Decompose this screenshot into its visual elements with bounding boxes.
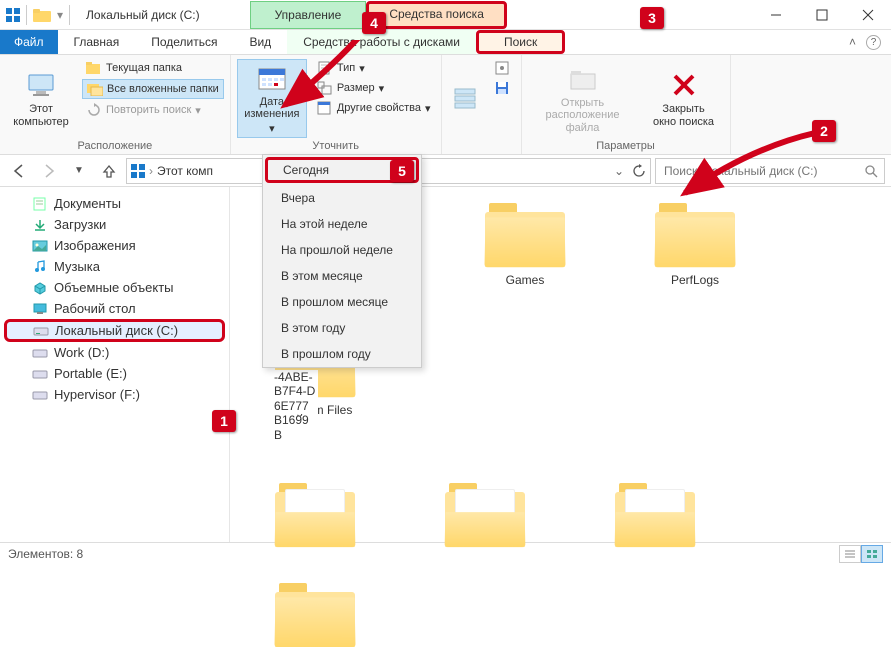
details-view-button[interactable]	[839, 545, 861, 563]
sidebar-item-downloads[interactable]: Загрузки	[4, 214, 225, 235]
folder-icon	[275, 477, 355, 547]
view-mode-buttons	[839, 545, 883, 563]
open-folder-icon	[567, 63, 599, 95]
annotation-3: 3	[640, 7, 664, 29]
windows-icon	[6, 8, 20, 22]
refresh-icon[interactable]	[632, 164, 646, 178]
annotation-2: 2	[812, 120, 836, 142]
sidebar-item-pictures[interactable]: Изображения	[4, 235, 225, 256]
breadcrumb-root[interactable]: Этот комп	[157, 164, 213, 178]
context-tab-manage[interactable]: Управление	[250, 1, 367, 29]
folder-item[interactable]	[250, 477, 380, 547]
sidebar-item-documents[interactable]: Документы	[4, 193, 225, 214]
navigation-pane: Документы Загрузки Изображения Музыка Об…	[0, 187, 230, 542]
forward-button[interactable]	[36, 158, 62, 184]
tab-file[interactable]: Файл	[0, 30, 58, 54]
folder-games[interactable]: Games	[460, 197, 590, 297]
group-hidden	[442, 55, 522, 154]
advanced-options-button[interactable]	[491, 59, 515, 77]
tab-share[interactable]: Поделиться	[135, 30, 233, 54]
close-search-label: Закрыть окно поиска	[653, 103, 714, 127]
close-x-icon	[668, 69, 700, 101]
quick-access-toolbar: ▾	[0, 5, 76, 25]
help-icon[interactable]: ?	[866, 35, 881, 50]
ribbon-right-controls: ˄ ?	[839, 35, 891, 50]
explorer-body: Документы Загрузки Изображения Музыка Об…	[0, 187, 891, 542]
save-search-button[interactable]	[491, 79, 515, 97]
annotation-4: 4	[362, 12, 386, 34]
window-controls	[753, 0, 891, 30]
separator-icon	[26, 5, 27, 25]
tab-search[interactable]: Поиск	[476, 30, 565, 54]
folder-icon[interactable]	[33, 8, 51, 22]
open-file-location-button: Открыть расположение файла	[528, 59, 638, 138]
search-again-button[interactable]: Повторить поиск ▾	[82, 101, 224, 119]
ribbon-tabs: Файл Главная Поделиться Вид Средства раб…	[0, 30, 891, 55]
sidebar-item-music[interactable]: Музыка	[4, 256, 225, 277]
sidebar-item-portable-e[interactable]: Portable (E:)	[4, 363, 225, 384]
this-pc-button[interactable]: Этот компьютер	[6, 59, 76, 138]
search-list-icon	[450, 83, 482, 115]
sidebar-item-work-d[interactable]: Work (D:)	[4, 342, 225, 363]
menu-item-this-month[interactable]: В этом месяце	[263, 263, 421, 289]
menu-item-this-week[interactable]: На этой неделе	[263, 211, 421, 237]
this-pc-label: Этот компьютер	[13, 103, 68, 127]
menu-item-last-week[interactable]: На прошлой неделе	[263, 237, 421, 263]
annotation-arrow-4	[270, 40, 410, 140]
windows-icon	[131, 164, 145, 178]
annotation-1: 1	[212, 410, 236, 432]
folder-item[interactable]	[590, 477, 720, 547]
folder-icon	[485, 197, 565, 267]
close-button[interactable]	[845, 0, 891, 30]
menu-item-last-month[interactable]: В прошлом месяце	[263, 289, 421, 315]
dropdown-icon[interactable]: ▾	[57, 8, 63, 22]
folder-item[interactable]	[420, 477, 550, 547]
group-location: Этот компьютер Текущая папка Все вложенн…	[0, 55, 231, 154]
folder-item[interactable]	[250, 577, 380, 647]
up-button[interactable]	[96, 158, 122, 184]
menu-item-this-year[interactable]: В этом году	[263, 315, 421, 341]
all-subfolders-button[interactable]: Все вложенные папки	[82, 79, 224, 99]
minimize-button[interactable]	[753, 0, 799, 30]
folder-icon	[275, 577, 355, 647]
search-icon[interactable]	[864, 164, 878, 178]
sidebar-item-local-disk-c[interactable]: Локальный диск (C:)	[4, 319, 225, 342]
status-item-count: Элементов: 8	[8, 547, 83, 561]
separator-icon	[69, 5, 70, 25]
recent-searches-button[interactable]	[448, 59, 485, 138]
back-button[interactable]	[6, 158, 32, 184]
close-search-button[interactable]: Закрыть окно поиска	[644, 59, 724, 138]
tab-main[interactable]: Главная	[58, 30, 136, 54]
folder-perflogs[interactable]: PerfLogs	[630, 197, 760, 297]
sidebar-item-desktop[interactable]: Рабочий стол	[4, 298, 225, 319]
date-filter-menu: Сегодня Вчера На этой неделе На прошлой …	[262, 154, 422, 368]
monitor-icon	[25, 69, 57, 101]
group-refine-label: Уточнить	[237, 138, 435, 152]
folder-icon	[445, 477, 525, 547]
group-location-label: Расположение	[6, 138, 224, 152]
recent-dropdown[interactable]: ▼	[66, 158, 92, 184]
annotation-5: 5	[390, 160, 414, 182]
address-dropdown-icon[interactable]: ⌄	[614, 164, 624, 178]
menu-item-yesterday[interactable]: Вчера	[263, 185, 421, 211]
collapse-ribbon-icon[interactable]: ˄	[849, 35, 856, 50]
menu-item-last-year[interactable]: В прошлом году	[263, 341, 421, 367]
current-folder-button[interactable]: Текущая папка	[82, 59, 224, 77]
title-bar: ▾ Локальный диск (C:) Управление Средств…	[0, 0, 891, 30]
maximize-button[interactable]	[799, 0, 845, 30]
open-file-location-label: Открыть расположение файла	[530, 97, 636, 133]
context-tab-search-tools[interactable]: Средства поиска	[366, 1, 507, 29]
window-title: Локальный диск (C:)	[76, 8, 210, 22]
partial-folder-name: -4ABE-B7F4-D6E777B1699B	[272, 370, 318, 414]
folder-icon	[615, 477, 695, 547]
sidebar-item-3d-objects[interactable]: Объемные объекты	[4, 277, 225, 298]
icons-view-button[interactable]	[861, 545, 883, 563]
sidebar-item-hypervisor-f[interactable]: Hypervisor (F:)	[4, 384, 225, 405]
